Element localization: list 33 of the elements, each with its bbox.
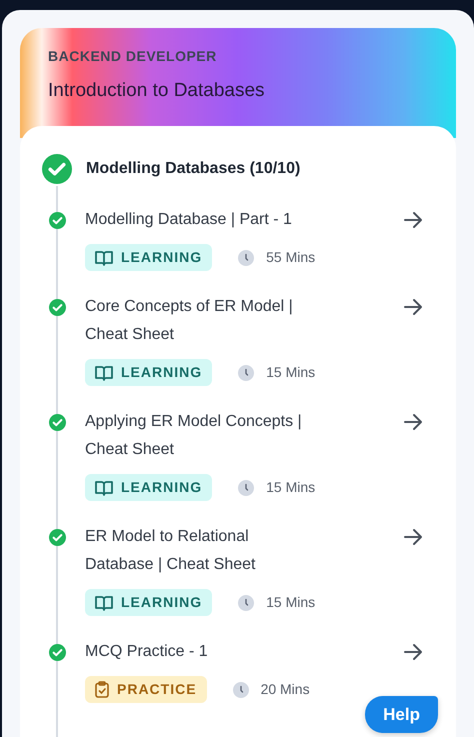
duration-text: 15 Mins xyxy=(266,593,316,612)
arrow-right-icon[interactable] xyxy=(402,641,424,663)
learning-tag: LEARNING xyxy=(85,589,212,616)
help-button[interactable]: Help xyxy=(365,696,438,733)
book-icon xyxy=(95,364,113,380)
book-icon xyxy=(95,594,113,610)
book-icon xyxy=(95,480,113,496)
clock-icon xyxy=(238,364,254,380)
practice-tag: PRACTICE xyxy=(85,676,207,703)
arrow-right-icon[interactable] xyxy=(402,296,424,318)
clipboard-icon xyxy=(95,681,109,698)
item-title: Applying ER Model Concepts | Cheat Sheet xyxy=(85,412,303,460)
item-title: Core Concepts of ER Model | Cheat Sheet xyxy=(85,297,294,345)
clock-icon xyxy=(238,594,254,610)
duration-text: 15 Mins xyxy=(266,363,316,382)
arrow-right-icon[interactable] xyxy=(402,526,424,548)
duration-text: 20 Mins xyxy=(260,680,310,699)
clock-icon xyxy=(238,480,254,496)
clock-icon xyxy=(238,250,254,266)
item-title: ER Model to Relational Database | Cheat Sheet xyxy=(85,527,256,575)
arrow-right-icon[interactable] xyxy=(402,209,424,231)
arrow-right-icon[interactable] xyxy=(402,411,424,433)
clock-icon xyxy=(232,682,249,698)
duration-text: 55 Mins xyxy=(266,248,316,267)
learning-tag: LEARNING xyxy=(85,474,212,501)
item-title: MCQ Practice - 1 xyxy=(85,642,209,662)
learning-tag: LEARNING xyxy=(85,359,212,386)
learning-tag: LEARNING xyxy=(85,244,212,271)
item-title: Modelling Database | Part - 1 xyxy=(85,210,293,230)
duration-text: 15 Mins xyxy=(266,478,316,497)
module-title: Modelling Databases (10/10) xyxy=(86,159,300,179)
course-title: Introduction to Databases xyxy=(48,79,266,103)
book-icon xyxy=(95,250,113,266)
